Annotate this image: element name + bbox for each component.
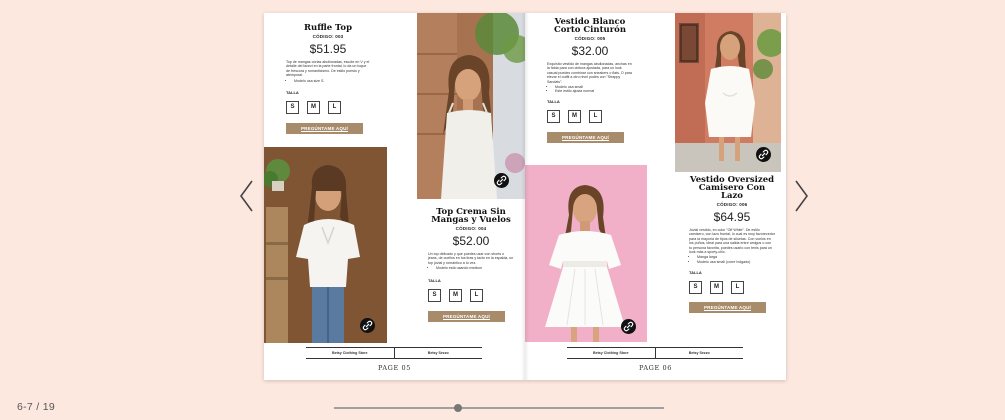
product-bullet: Modelo usa size S. (294, 79, 370, 83)
ask-here-button[interactable]: PREGÚNTAME AQUÍ (689, 302, 766, 314)
page-number: PAGE 05 (378, 364, 411, 372)
footer-store-name: Betsy Clothing Store (306, 348, 395, 358)
catalog-page-left: Ruffle Top CÓDIGO: 003 $51.95 Top de man… (264, 13, 525, 380)
product-price: $32.00 (571, 44, 609, 58)
size-option-s[interactable]: S (428, 288, 441, 302)
size-option-m[interactable]: M (307, 101, 320, 115)
product-vestido-blanco: Vestido Blanco Corto Cinturón CÓDIGO: 00… (547, 18, 633, 143)
product-photo-top-crema (417, 13, 525, 199)
size-option-l[interactable]: L (328, 101, 341, 115)
slider-track[interactable] (334, 407, 664, 409)
catalog-page-right: Vestido Blanco Corto Cinturón CÓDIGO: 00… (525, 13, 786, 380)
product-bullet: Modelo usa small (corre holgado) (697, 260, 775, 264)
page-footer: Betsy Clothing Store Betsy Sezzo (567, 347, 743, 359)
slider-thumb[interactable] (453, 404, 462, 412)
product-description: Jovial vestido, en color "Off White". De… (689, 228, 775, 264)
footer-brand-name: Betsy Sezzo (427, 351, 449, 355)
link-button[interactable] (494, 173, 509, 188)
product-title: Vestido Oversized Camisero Con Lazo (689, 175, 775, 201)
page-slider[interactable] (334, 404, 664, 412)
size-options: S M L (286, 101, 370, 115)
size-option-s[interactable]: S (286, 101, 299, 115)
size-options: S M L (428, 288, 514, 302)
product-description: Un top delicado y que puedes usar con sh… (428, 252, 514, 271)
link-button[interactable] (621, 319, 636, 334)
product-code: CÓDIGO: 005 (574, 36, 606, 41)
size-option-l[interactable]: L (470, 288, 483, 302)
product-code: CÓDIGO: 006 (716, 202, 748, 207)
size-option-m[interactable]: M (710, 281, 723, 295)
ask-here-button[interactable]: PREGÚNTAME AQUÍ (286, 123, 363, 135)
page-counter: 6-7 / 19 (17, 401, 56, 413)
size-label: TALLA (286, 90, 299, 96)
link-button[interactable] (756, 147, 771, 162)
footer-store-name: Betsy Clothing Store (567, 348, 656, 358)
next-page-button[interactable] (790, 178, 812, 214)
prev-page-button[interactable] (236, 178, 258, 214)
footer-brand-name: Betsy Sezzo (688, 351, 710, 355)
link-icon (758, 149, 769, 160)
book-spine (521, 13, 529, 380)
product-title: Ruffle Top (303, 23, 353, 33)
product-title: Top Crema Sin Mangas y Vuelos (431, 207, 511, 225)
ask-here-button[interactable]: PREGÚNTAME AQUÍ (547, 131, 624, 143)
product-title: Vestido Blanco Corto Cinturón (553, 17, 627, 35)
link-button[interactable] (360, 318, 375, 333)
size-option-s[interactable]: S (689, 281, 702, 295)
product-description: Top de mangas cortas abullonadas, escote… (286, 60, 370, 83)
product-price: $52.00 (452, 234, 490, 248)
product-description: Exquisito vestido de mangas abullonadas,… (547, 62, 633, 94)
link-icon (496, 175, 507, 186)
product-ruffle-top: Ruffle Top CÓDIGO: 003 $51.95 Top de man… (286, 23, 370, 135)
size-option-m[interactable]: M (449, 288, 462, 302)
product-bullet: Este estilo ajusta normal (555, 89, 633, 93)
size-label: TALLA (428, 277, 441, 283)
ask-here-button[interactable]: PREGÚNTAME AQUÍ (428, 310, 505, 322)
product-top-crema: Top Crema Sin Mangas y Vuelos CÓDIGO: 00… (428, 208, 514, 322)
size-option-m[interactable]: M (568, 109, 581, 123)
page-footer: Betsy Clothing Store Betsy Sezzo (306, 347, 482, 359)
size-label: TALLA (689, 270, 702, 276)
page-number: PAGE 06 (639, 364, 672, 372)
chevron-right-icon (795, 180, 808, 212)
product-vestido-oversized: Vestido Oversized Camisero Con Lazo CÓDI… (689, 175, 775, 314)
size-label: TALLA (547, 98, 560, 104)
size-options: S M L (689, 281, 775, 295)
link-icon (362, 320, 373, 331)
product-code: CÓDIGO: 003 (312, 34, 344, 39)
flipbook-spread: Ruffle Top CÓDIGO: 003 $51.95 Top de man… (264, 13, 786, 380)
size-option-s[interactable]: S (547, 109, 560, 123)
product-price: $64.95 (713, 210, 751, 224)
size-options: S M L (547, 109, 633, 123)
product-photo-vestido-blanco (525, 165, 647, 342)
chevron-left-icon (240, 180, 253, 212)
product-photo-ruffle-top (264, 147, 387, 343)
product-price: $51.95 (309, 42, 347, 56)
product-bullet: Modelo está usando medium (436, 266, 514, 270)
size-option-l[interactable]: L (731, 281, 744, 295)
size-option-l[interactable]: L (589, 109, 602, 123)
product-code: CÓDIGO: 004 (455, 226, 487, 231)
link-icon (623, 321, 634, 332)
